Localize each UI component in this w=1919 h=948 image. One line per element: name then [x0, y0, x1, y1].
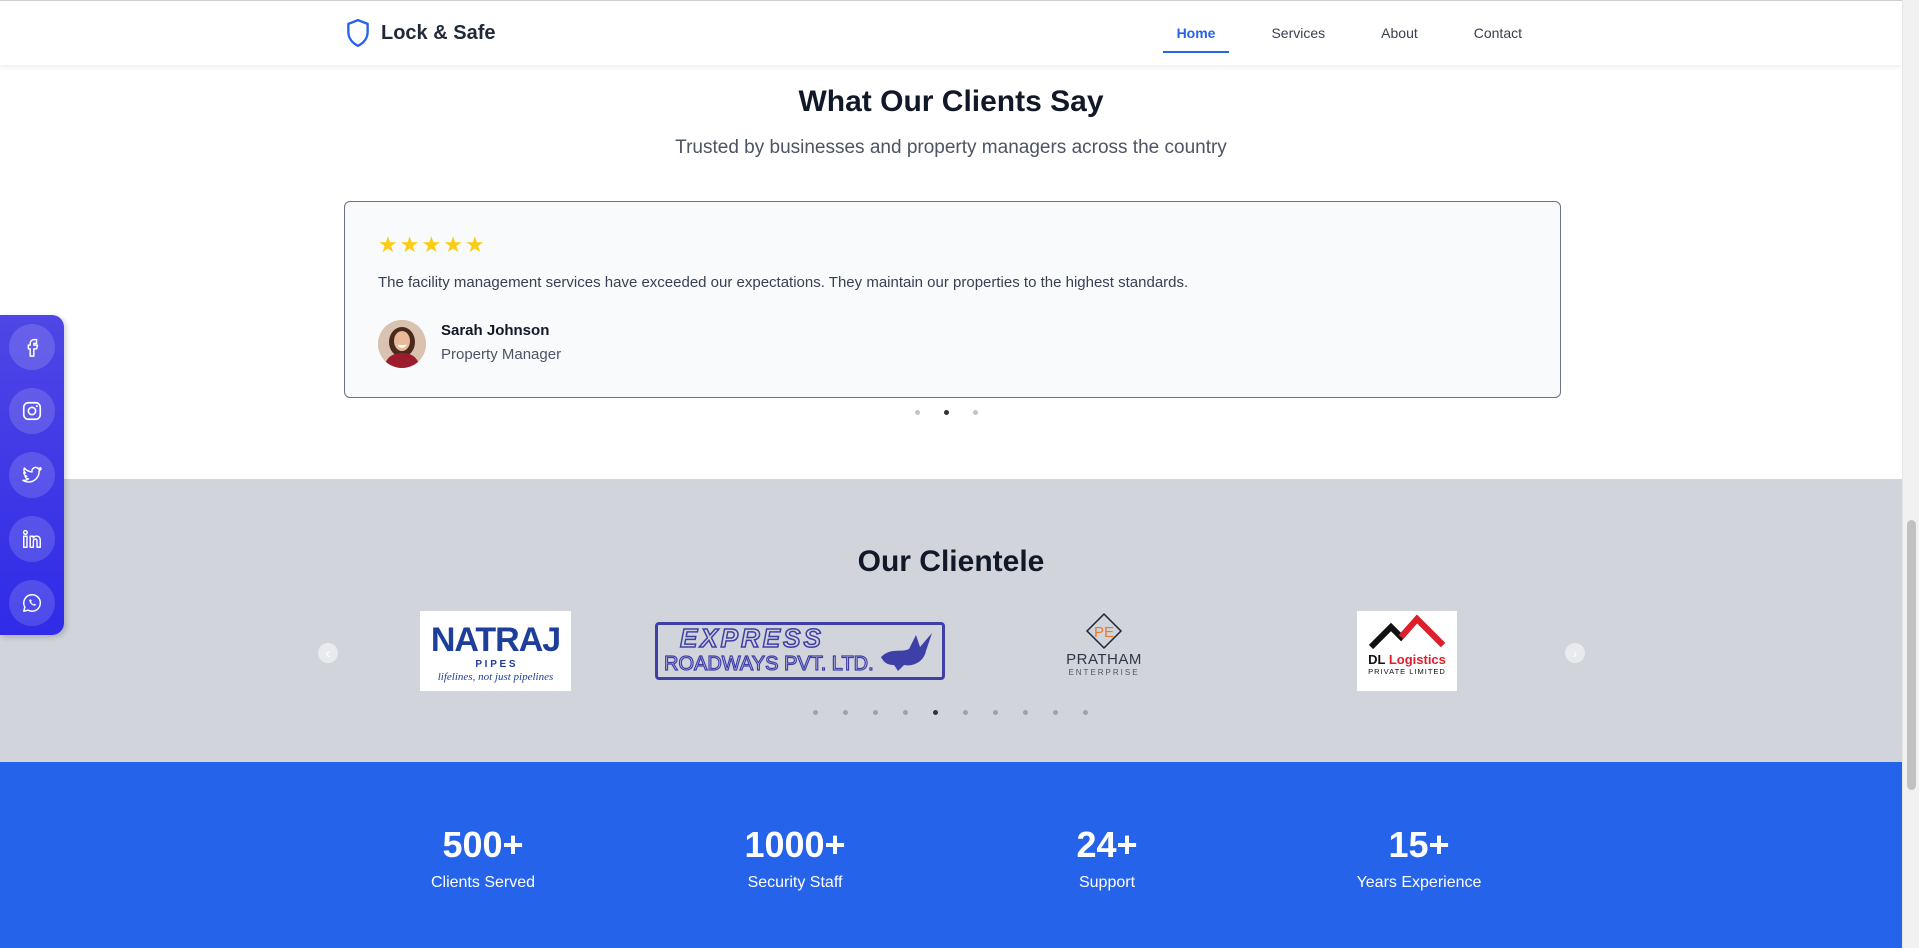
star-icon: ★: [399, 232, 420, 257]
pagination-dot[interactable]: [915, 410, 920, 415]
stat-staff: 1000+ Security Staff: [675, 824, 915, 892]
natraj-logo-tagline: lifelines, not just pipelines: [437, 671, 554, 683]
pagination-dot[interactable]: [993, 710, 998, 715]
author-role: Property Manager: [441, 346, 562, 363]
stat-experience: 15+ Years Experience: [1299, 824, 1539, 892]
social-sidebar: [0, 315, 64, 635]
scrollbar-thumb[interactable]: [1907, 520, 1916, 790]
linkedin-icon[interactable]: [9, 516, 55, 562]
carousel-next-button[interactable]: ›: [1565, 643, 1585, 663]
pagination-dot[interactable]: [963, 710, 968, 715]
star-icon: ★: [464, 232, 485, 257]
pratham-mark-text: PE: [1094, 624, 1114, 641]
clientele-title: Our Clientele: [857, 545, 1045, 578]
natraj-logo-main: NATRAJ: [430, 621, 561, 659]
testimonials-title: What Our Clients Say: [798, 85, 1104, 118]
brand[interactable]: Lock & Safe: [345, 18, 495, 48]
dl-roof-icon: [1368, 614, 1446, 650]
pagination-dot-active[interactable]: [933, 710, 938, 715]
nav-contact[interactable]: Contact: [1446, 1, 1550, 66]
pagination-dot[interactable]: [1023, 710, 1028, 715]
page: Lock & Safe Home Services About Contact …: [0, 0, 1902, 948]
testimonial-quote: The facility management services have ex…: [378, 274, 1189, 291]
pagination-dot[interactable]: [1053, 710, 1058, 715]
pagination-dot[interactable]: [1083, 710, 1088, 715]
pagination-dot[interactable]: [843, 710, 848, 715]
testimonial-pagination: [915, 410, 978, 415]
star-icon: ★: [378, 232, 398, 257]
natraj-logo-sub: P I P E S: [475, 659, 516, 670]
star-icon: ★: [421, 232, 442, 257]
express-roadways-logo: EXPRESS ROADWAYS PVT. LTD.: [655, 622, 945, 680]
twitter-icon[interactable]: [9, 452, 55, 498]
pegasus-icon: [881, 633, 932, 671]
testimonials-subtitle: Trusted by businesses and property manag…: [675, 137, 1227, 158]
pratham-logo-main: PRATHAM: [1066, 651, 1142, 668]
express-logo-sub: ROADWAYS PVT. LTD.: [663, 652, 874, 675]
testimonial-card: ★ ★ ★ ★ ★ The facility management services h…: [344, 201, 1561, 398]
nav-about[interactable]: About: [1353, 1, 1446, 66]
stat-value: 500+: [442, 824, 524, 865]
dl-logo-main2: Logistics: [1388, 652, 1446, 667]
clientele-section: Our Clientele ‹ › NATRAJ P I P E S lifel…: [0, 479, 1902, 762]
stat-value: 24+: [1076, 824, 1138, 865]
dl-logistics-logo: DL Logistics PRIVATE LIMITED: [1357, 611, 1457, 691]
testimonials-section: What Our Clients Say Trusted by business…: [0, 65, 1902, 479]
stat-value: 1000+: [744, 824, 846, 865]
author-name: Sarah Johnson: [441, 322, 550, 339]
stats-section: 500+ Clients Served 1000+ Security Staff…: [0, 762, 1902, 948]
pagination-dot[interactable]: [873, 710, 878, 715]
scrollbar[interactable]: [1902, 0, 1919, 948]
pagination-dot-active[interactable]: [944, 410, 949, 415]
instagram-icon[interactable]: [9, 388, 55, 434]
dl-logo-sub: PRIVATE LIMITED: [1368, 667, 1446, 676]
stat-label: Security Staff: [747, 874, 843, 891]
dl-logo-title: DL Logistics: [1357, 653, 1457, 667]
site-header: Lock & Safe Home Services About Contact: [0, 0, 1902, 65]
carousel-prev-button[interactable]: ‹: [318, 643, 338, 663]
nav-services[interactable]: Services: [1243, 1, 1353, 66]
brand-name: Lock & Safe: [381, 21, 496, 44]
stat-label: Clients Served: [430, 874, 536, 891]
nav-home[interactable]: Home: [1149, 1, 1244, 66]
pratham-logo-sub: ENTERPRISE: [1068, 668, 1140, 677]
avatar: [378, 320, 426, 368]
dl-logo-main1: DL: [1368, 652, 1386, 667]
clientele-pagination: [813, 710, 1088, 715]
pagination-dot[interactable]: [813, 710, 818, 715]
facebook-icon[interactable]: [9, 324, 55, 370]
shield-icon: [345, 18, 371, 48]
star-icon: ★: [443, 232, 463, 257]
stat-label: Years Experience: [1356, 874, 1482, 891]
pratham-mark-icon: PE: [1085, 612, 1123, 650]
testimonial-author: Sarah Johnson Property Manager: [441, 322, 561, 363]
stat-clients: 500+ Clients Served: [363, 824, 603, 892]
star-rating: ★ ★ ★ ★ ★: [378, 234, 485, 256]
stat-support: 24+ Support: [987, 824, 1227, 892]
pratham-logo: PE PRATHAM ENTERPRISE: [1062, 610, 1146, 692]
express-logo-main: EXPRESS: [679, 622, 824, 654]
whatsapp-icon[interactable]: [9, 580, 55, 626]
stat-label: Support: [1078, 874, 1136, 891]
pagination-dot[interactable]: [903, 710, 908, 715]
natraj-logo: NATRAJ P I P E S lifelines, not just pip…: [420, 611, 571, 691]
main-nav: Home Services About Contact: [1149, 1, 1550, 66]
stat-value: 15+: [1388, 824, 1450, 865]
pagination-dot[interactable]: [973, 410, 978, 415]
